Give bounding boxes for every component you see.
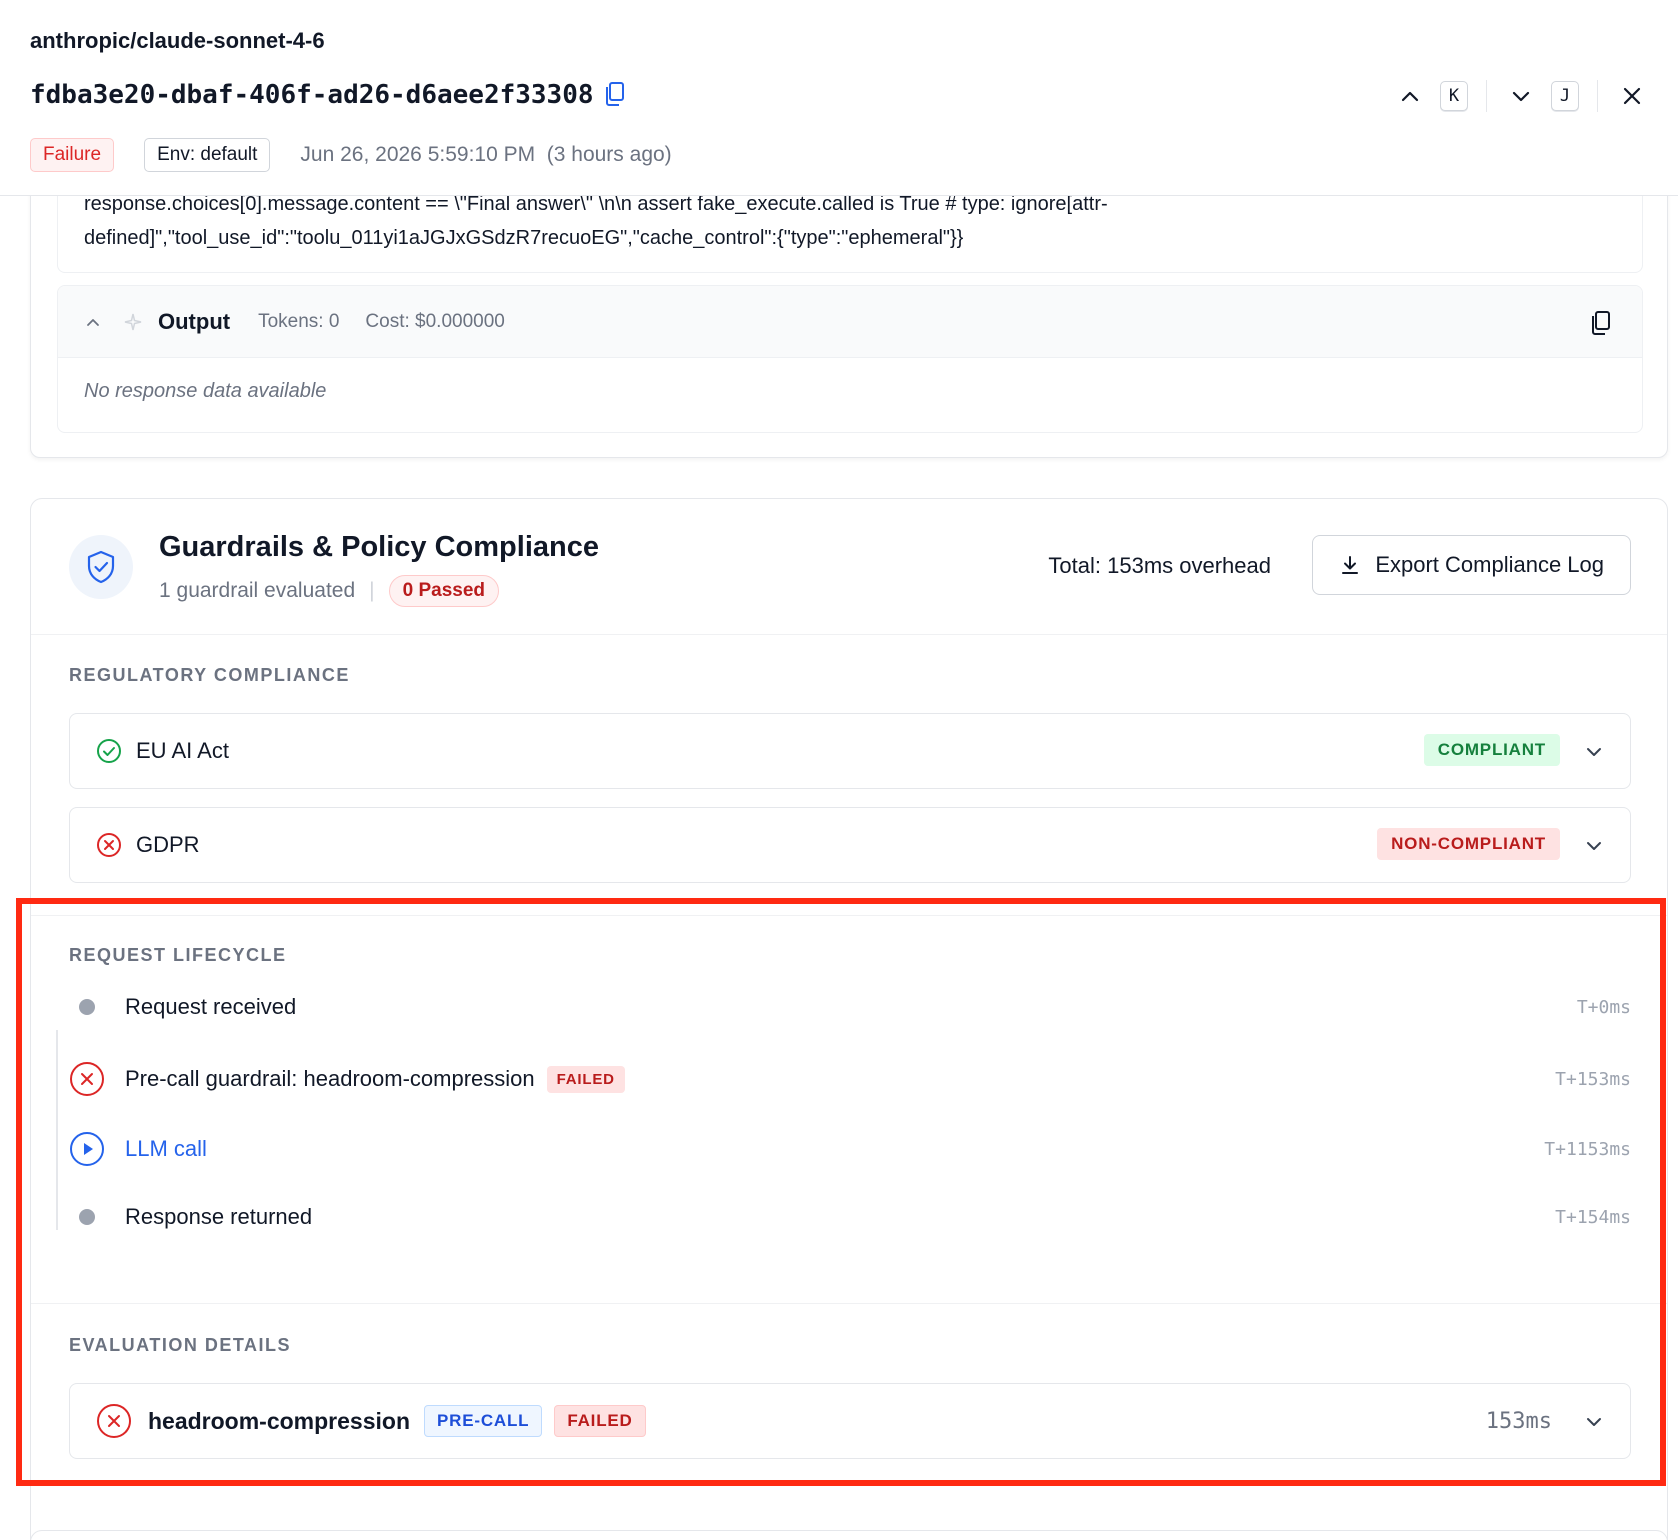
close-button[interactable]	[1616, 80, 1648, 112]
regulation-name: EU AI Act	[136, 738, 229, 763]
total-overhead: Total: 153ms overhead	[1048, 553, 1271, 578]
section-divider	[31, 915, 1667, 916]
passed-badge: 0 Passed	[388, 575, 500, 607]
previous-trace-button[interactable]	[1394, 80, 1426, 112]
chevron-down-icon	[1587, 1418, 1601, 1426]
step-label: Request received	[125, 994, 297, 1019]
step-time: T+154ms	[1555, 1206, 1631, 1228]
guardrails-card: Guardrails & Policy Compliance 1 guardra…	[30, 498, 1668, 1540]
chevron-down-icon	[1587, 748, 1601, 756]
step-time: T+1153ms	[1544, 1138, 1631, 1160]
env-badge: Env: default	[144, 138, 271, 172]
request-card: response.choices[0].message.content == \…	[30, 150, 1668, 458]
output-tokens: Tokens: 0	[258, 310, 340, 332]
timestamp-absolute: Jun 26, 2026 5:59:10 PM	[300, 143, 536, 166]
separator: |	[369, 579, 375, 602]
status-badge: Failure	[30, 138, 115, 172]
input-line: defined]","tool_use_id":"toolu_011yi1aJG…	[84, 227, 964, 249]
evaluation-row[interactable]: headroom-compression PRE-CALL FAILED 153…	[69, 1383, 1631, 1459]
trace-id: fdba3e20-dbaf-406f-ad26-d6aee2f33308	[30, 80, 628, 110]
timeline-dot-icon	[69, 1199, 105, 1235]
output-panel: Output Tokens: 0 Cost: $0.000000 No resp…	[57, 285, 1643, 433]
lifecycle-section-label: REQUEST LIFECYCLE	[69, 945, 287, 965]
output-title: Output	[158, 308, 231, 334]
failed-badge: FAILED	[554, 1405, 646, 1437]
next-card	[30, 1530, 1668, 1540]
llm-call-link[interactable]: LLM call	[125, 1136, 207, 1162]
play-circle-icon	[69, 1131, 105, 1167]
regulation-row-eu-ai-act[interactable]: EU AI Act COMPLIANT	[69, 713, 1631, 789]
output-header[interactable]: Output Tokens: 0 Cost: $0.000000	[58, 286, 1642, 358]
status-badge: NON-COMPLIANT	[1377, 828, 1560, 860]
next-trace-button[interactable]	[1505, 80, 1537, 112]
status-badge: COMPLIANT	[1423, 734, 1560, 766]
check-circle-icon	[97, 739, 121, 763]
guardrail-name: headroom-compression	[148, 1407, 410, 1434]
output-empty-message: No response data available	[84, 380, 327, 402]
lifecycle-step: Response returned T+154ms	[69, 1197, 1631, 1237]
nav-divider	[1597, 80, 1598, 112]
step-label: Response returned	[125, 1204, 313, 1229]
nav-divider	[1486, 80, 1487, 112]
trace-header: anthropic/claude-sonnet-4-6 fdba3e20-dba…	[0, 0, 1678, 196]
guardrails-title: Guardrails & Policy Compliance	[159, 531, 599, 563]
shield-icon	[69, 535, 133, 599]
sparkle-icon	[124, 313, 142, 330]
export-compliance-log-button[interactable]: Export Compliance Log	[1312, 535, 1631, 595]
x-circle-icon	[69, 1061, 105, 1097]
regulation-row-gdpr[interactable]: GDPR NON-COMPLIANT	[69, 807, 1631, 883]
guardrails-header: Guardrails & Policy Compliance 1 guardra…	[31, 499, 1667, 635]
phase-badge: PRE-CALL	[424, 1405, 543, 1437]
x-circle-icon	[97, 833, 121, 857]
chevron-down-icon	[1587, 842, 1601, 850]
regulation-name: GDPR	[136, 832, 200, 857]
close-icon	[1623, 87, 1641, 105]
model-name: anthropic/claude-sonnet-4-6	[30, 28, 325, 53]
timestamp: Jun 26, 2026 5:59:10 PM (3 hours ago)	[300, 143, 671, 167]
trace-id-text: fdba3e20-dbaf-406f-ad26-d6aee2f33308	[30, 80, 594, 110]
lifecycle-step: Pre-call guardrail: headroom-compression…	[69, 1059, 1631, 1099]
timeline-dot-icon	[69, 989, 105, 1025]
evaluation-section-label: EVALUATION DETAILS	[69, 1335, 291, 1355]
guardrails-summary: 1 guardrail evaluated | 0 Passed	[159, 575, 500, 607]
header-badges: Failure Env: default Jun 26, 2026 5:59:1…	[30, 138, 672, 172]
download-icon	[1342, 556, 1359, 574]
output-cost: Cost: $0.000000	[365, 310, 505, 332]
lifecycle-step: Request received T+0ms	[69, 987, 1631, 1027]
section-divider	[31, 1303, 1667, 1304]
prev-shortcut-key: K	[1440, 81, 1468, 111]
timestamp-relative: (3 hours ago)	[546, 143, 672, 166]
step-time: T+0ms	[1576, 996, 1631, 1018]
next-shortcut-key: J	[1551, 81, 1579, 111]
trace-nav-controls: K J	[1394, 80, 1648, 112]
regulatory-section-label: REGULATORY COMPLIANCE	[69, 665, 350, 685]
copy-icon[interactable]	[1590, 310, 1612, 336]
evaluation-duration: 153ms	[1485, 1408, 1552, 1434]
chevron-down-icon	[1512, 91, 1530, 102]
input-content: response.choices[0].message.content == \…	[84, 187, 1334, 255]
lifecycle-step: LLM call T+1153ms	[69, 1129, 1631, 1169]
failed-badge: FAILED	[546, 1065, 625, 1093]
x-circle-icon	[97, 1404, 131, 1438]
step-label: Pre-call guardrail: headroom-compression	[125, 1066, 535, 1091]
guardrail-count: 1 guardrail evaluated	[159, 579, 356, 602]
export-label: Export Compliance Log	[1375, 552, 1604, 577]
step-time: T+153ms	[1555, 1068, 1631, 1090]
copy-icon[interactable]	[604, 81, 628, 109]
chevron-up-icon	[87, 318, 99, 326]
chevron-up-icon	[1401, 91, 1419, 102]
timeline-connector	[56, 1030, 58, 1230]
